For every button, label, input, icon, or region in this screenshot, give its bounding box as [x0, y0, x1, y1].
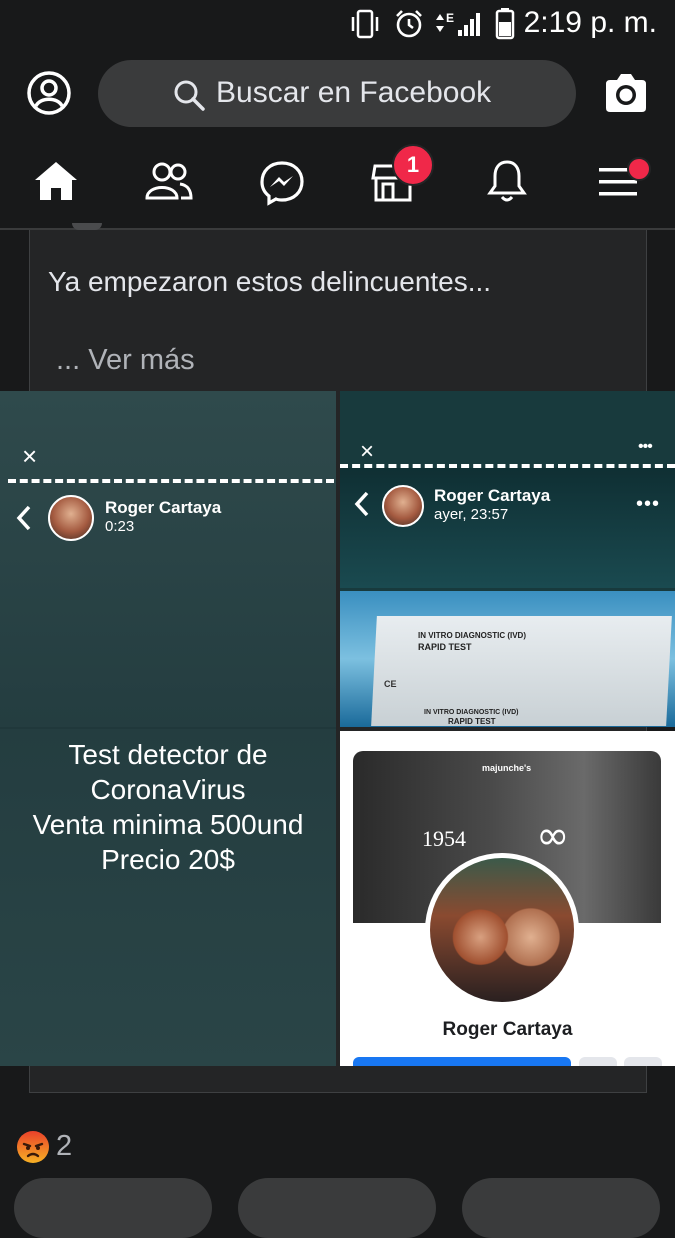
status-bar: E 2:19 p. m.: [0, 0, 675, 48]
post-image-story-left[interactable]: × Roger Cartaya 0:23: [0, 391, 336, 1066]
story-back-icon: [354, 491, 369, 517]
messenger-icon[interactable]: [259, 160, 305, 206]
story-back-icon: [16, 505, 31, 531]
box-label-ce: CE: [384, 679, 397, 689]
menu-notification-dot: [627, 157, 651, 181]
story-caption-line: Test detector de: [68, 739, 268, 770]
story-timestamp: ayer, 23:57: [434, 506, 509, 523]
cover-infinity: ∞: [536, 813, 570, 859]
box-label-rapid-test-bottom: RAPID TEST: [448, 717, 496, 726]
vibrate-icon: [351, 9, 379, 39]
comment-button[interactable]: [238, 1178, 436, 1238]
network-type-label: E: [446, 11, 454, 25]
profile-icon[interactable]: [26, 70, 72, 116]
story-more-icon: •••: [636, 493, 661, 515]
see-more-link[interactable]: ... Ver más: [56, 344, 195, 377]
cover-year: 1954: [422, 826, 466, 851]
box-label-ivd: IN VITRO DIAGNOSTIC (IVD): [418, 631, 526, 640]
home-icon[interactable]: [33, 160, 79, 202]
post-text: Ya empezaron estos delincuentes...: [48, 266, 492, 297]
story-caption-line: Precio 20$: [101, 844, 235, 875]
search-icon: [174, 80, 205, 111]
profile-primary-button: [353, 1057, 571, 1066]
angry-reaction-icon[interactable]: [16, 1130, 50, 1164]
share-button[interactable]: [462, 1178, 660, 1238]
story-more-icon-small: •••: [638, 438, 653, 455]
author-avatar-edge: [72, 223, 102, 230]
story-caption-line: Venta minima 500und: [32, 809, 304, 840]
camera-icon[interactable]: [603, 72, 649, 114]
like-button[interactable]: [14, 1178, 212, 1238]
reaction-count: 2: [56, 1130, 73, 1162]
box-label-ivd-bottom: IN VITRO DIAGNOSTIC (IVD): [424, 709, 519, 716]
story-close-icon: ×: [360, 438, 375, 465]
search-placeholder[interactable]: Buscar en Facebook: [216, 76, 491, 110]
box-label-rapid-test: RAPID TEST: [418, 642, 472, 652]
profile-more-button: [624, 1057, 662, 1066]
post-image-profile[interactable]: majunche's 1954 ∞ Roger Cartaya: [340, 731, 675, 1066]
nav-bar: [0, 140, 675, 228]
alarm-icon: [396, 10, 422, 38]
signal-icon: E: [436, 11, 480, 36]
cover-logo: majunche's: [482, 763, 532, 773]
notifications-icon[interactable]: [486, 158, 528, 204]
profile-secondary-button: [579, 1057, 617, 1066]
profile-name: Roger Cartaya: [442, 1019, 573, 1040]
story-author-name: Roger Cartaya: [434, 486, 551, 505]
post-image-story-right[interactable]: × ••• Roger Cartaya ayer, 23:57 ••• IN V…: [340, 391, 675, 727]
marketplace-badge: 1: [392, 144, 434, 186]
story-caption-line: CoronaVirus: [90, 774, 246, 805]
story-close-icon: ×: [22, 441, 38, 471]
profile-photo: [430, 858, 574, 1002]
story-timestamp: 0:23: [105, 518, 135, 535]
story-caption: Test detector de CoronaVirus Venta minim…: [0, 737, 336, 877]
status-time: 2:19 p. m.: [523, 6, 657, 39]
story-avatar: [48, 495, 94, 541]
battery-icon: [495, 8, 515, 40]
story-progress-bar: [8, 479, 334, 483]
story-avatar: [382, 485, 424, 527]
story-seam: [0, 727, 336, 729]
story-author-name: Roger Cartaya: [105, 498, 222, 517]
friends-icon[interactable]: [144, 160, 194, 202]
